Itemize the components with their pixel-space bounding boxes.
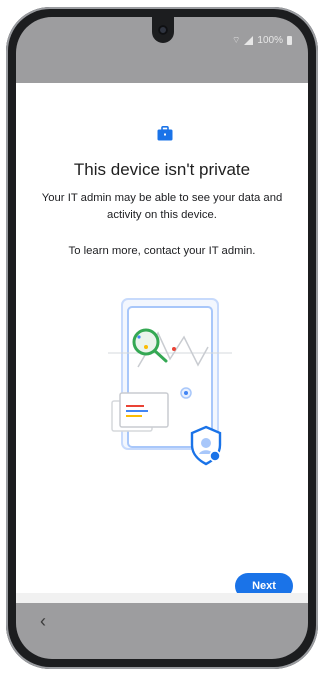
privacy-illustration bbox=[108, 298, 232, 466]
battery-percent: 100% bbox=[257, 35, 283, 46]
phone-screen-frame: ⌔ 100% This device isn't private Your IT… bbox=[16, 17, 308, 659]
signal-icon bbox=[244, 36, 254, 45]
setup-screen: This device isn't private Your IT admin … bbox=[16, 83, 308, 599]
phone-frame: ⌔ 100% This device isn't private Your IT… bbox=[6, 7, 318, 669]
nav-divider bbox=[16, 593, 308, 603]
back-icon[interactable]: ‹ bbox=[40, 611, 46, 632]
wifi-icon: ⌔ bbox=[231, 35, 241, 45]
description-text: Your IT admin may be able to see your da… bbox=[41, 192, 283, 221]
page-title: This device isn't private bbox=[73, 160, 251, 179]
status-icons: ⌔ 100% bbox=[232, 35, 292, 46]
contact-text: To learn more, contact your IT admin. bbox=[68, 245, 256, 257]
battery-icon bbox=[287, 36, 292, 45]
briefcase-icon bbox=[157, 126, 173, 141]
status-bar: ⌔ 100% bbox=[16, 17, 308, 83]
camera-icon bbox=[152, 17, 174, 43]
navigation-bar: ‹ bbox=[16, 603, 308, 659]
